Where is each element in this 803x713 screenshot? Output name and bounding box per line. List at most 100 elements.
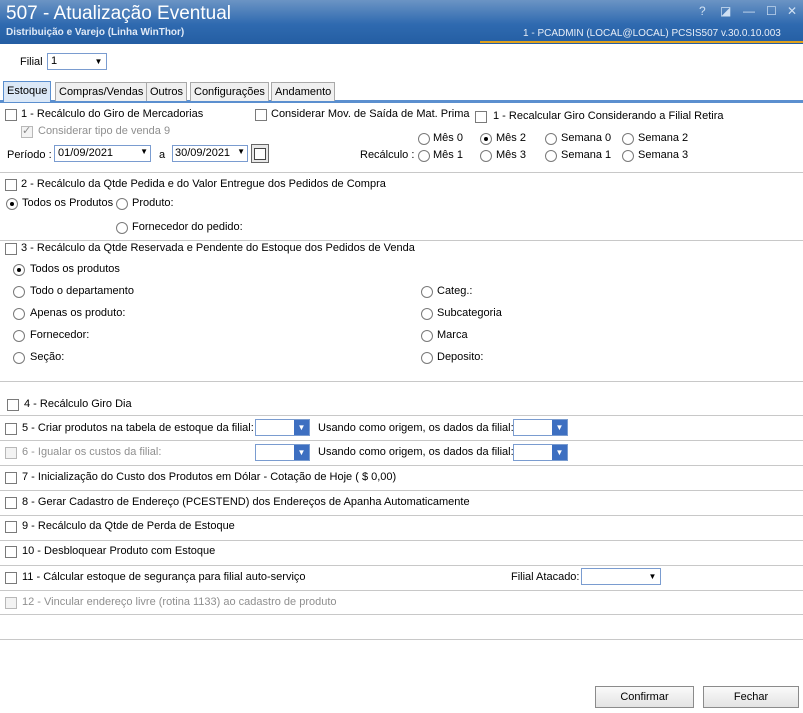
radio-todos-produtos[interactable] xyxy=(6,198,18,210)
divider xyxy=(0,565,803,566)
label-secao: Seção: xyxy=(30,351,65,363)
i5-origem-select[interactable]: ▼ xyxy=(513,419,568,436)
minimize-icon[interactable]: — xyxy=(743,4,755,18)
radio-deposito[interactable] xyxy=(421,352,433,364)
radio-produto[interactable] xyxy=(116,198,128,210)
accent-line xyxy=(480,41,803,43)
data-inicial-input[interactable]: 01/09/2021 ▼ xyxy=(54,145,151,162)
tab-andamento[interactable]: Andamento xyxy=(271,82,336,101)
s2-checkbox[interactable] xyxy=(5,179,17,191)
tab-estoque[interactable]: Estoque xyxy=(3,81,52,102)
i8-label: 8 - Gerar Cadastro de Endereço (PCESTEND… xyxy=(22,496,470,508)
radio-categoria[interactable] xyxy=(421,286,433,298)
label-deposito: Deposito: xyxy=(437,351,484,363)
label-mes-0: Mês 0 xyxy=(433,132,463,144)
title-bar: 507 - Atualização Eventual Distribuição … xyxy=(0,0,803,44)
maximize-icon[interactable]: ☐ xyxy=(766,4,777,18)
radio-mes-1[interactable] xyxy=(418,150,430,162)
i4-checkbox[interactable] xyxy=(7,399,19,411)
chevron-down-icon[interactable]: ▼ xyxy=(552,420,567,435)
tipo-venda-checkbox[interactable] xyxy=(21,124,33,138)
filial-atacado-select[interactable]: ▼ xyxy=(581,568,661,585)
s3-label: 3 - Recálculo da Qtde Reservada e Penden… xyxy=(21,242,415,254)
i6-origem-select[interactable]: ▼ xyxy=(513,444,568,461)
i8-checkbox[interactable] xyxy=(5,497,17,509)
i11-checkbox[interactable] xyxy=(5,572,17,584)
calendar-icon[interactable] xyxy=(251,144,269,163)
divider xyxy=(0,440,803,441)
chevron-down-icon[interactable]: ▼ xyxy=(91,54,106,69)
divider xyxy=(0,172,803,173)
label-fornecedor: Fornecedor: xyxy=(30,329,90,341)
radio-mes-0[interactable] xyxy=(418,133,430,145)
chevron-down-icon[interactable]: ▼ xyxy=(294,445,309,460)
radio-semana-2[interactable] xyxy=(622,133,634,145)
close-icon[interactable]: ✕ xyxy=(787,4,797,18)
i5-label: 5 - Criar produtos na tabela de estoque … xyxy=(22,422,254,434)
mov-saida-label: Considerar Mov. de Saída de Mat. Prima xyxy=(271,108,470,120)
divider xyxy=(0,515,803,516)
radio-marca[interactable] xyxy=(421,330,433,342)
radio-semana-3[interactable] xyxy=(622,150,634,162)
filial-retira-checkbox[interactable] xyxy=(475,111,487,123)
divider xyxy=(0,614,803,615)
radio-todos-os-produtos[interactable] xyxy=(13,264,25,276)
radio-semana-1[interactable] xyxy=(545,150,557,162)
i6-checkbox[interactable] xyxy=(5,447,17,459)
label-produto: Produto: xyxy=(132,197,174,209)
recalculo-label: Recálculo : xyxy=(360,149,415,161)
tab-outros[interactable]: Outros xyxy=(146,82,188,101)
tab-configuracoes[interactable]: Configurações xyxy=(190,82,269,101)
radio-subcategoria[interactable] xyxy=(421,308,433,320)
a-label: a xyxy=(159,149,166,161)
restore-icon[interactable]: ◪ xyxy=(720,4,731,18)
chevron-down-icon[interactable]: ▼ xyxy=(237,147,245,156)
chevron-down-icon[interactable]: ▼ xyxy=(294,420,309,435)
i11-label: 11 - Cálcular estoque de segurança para … xyxy=(22,571,306,583)
radio-semana-0[interactable] xyxy=(545,133,557,145)
mov-saida-checkbox[interactable] xyxy=(255,109,267,121)
i12-checkbox[interactable] xyxy=(5,597,17,609)
radio-mes-3[interactable] xyxy=(480,150,492,162)
i10-checkbox[interactable] xyxy=(5,546,17,558)
filial-select[interactable]: 1 ▼ xyxy=(47,53,107,70)
confirmar-button[interactable]: Confirmar xyxy=(595,686,694,708)
i5-filial-select[interactable]: ▼ xyxy=(255,419,310,436)
i9-checkbox[interactable] xyxy=(5,521,17,533)
divider xyxy=(0,415,803,416)
tab-compras-vendas[interactable]: Compras/Vendas xyxy=(55,82,148,101)
radio-fornecedor-pedido[interactable] xyxy=(116,222,128,234)
s3-checkbox[interactable] xyxy=(5,243,17,255)
label-mes-2: Mês 2 xyxy=(496,132,526,144)
radio-mes-2[interactable] xyxy=(480,133,492,145)
radio-apenas-produto[interactable] xyxy=(13,308,25,320)
label-categoria: Categ.: xyxy=(437,285,473,297)
fechar-button[interactable]: Fechar xyxy=(703,686,799,708)
s2-label: 2 - Recálculo da Qtde Pedida e do Valor … xyxy=(21,178,386,190)
tipo-venda-label: Considerar tipo de venda 9 xyxy=(38,125,171,137)
i6-label: 6 - Igualar os custos da filial: xyxy=(22,446,162,458)
data-final-value: 30/09/2021 xyxy=(175,147,231,159)
data-final-input[interactable]: 30/09/2021 ▼ xyxy=(172,145,248,162)
i10-label: 10 - Desbloquear Produto com Estoque xyxy=(22,545,216,557)
radio-departamento[interactable] xyxy=(13,286,25,298)
chevron-down-icon[interactable]: ▼ xyxy=(552,445,567,460)
i6-filial-select[interactable]: ▼ xyxy=(255,444,310,461)
label-todos-os-produtos: Todos os produtos xyxy=(30,263,120,275)
divider xyxy=(0,540,803,541)
i5-checkbox[interactable] xyxy=(5,423,17,435)
i7-checkbox[interactable] xyxy=(5,472,17,484)
filial-label: Filial xyxy=(20,56,43,68)
i7-label: 7 - Inicialização do Custo dos Produtos … xyxy=(22,471,397,483)
label-mes-3: Mês 3 xyxy=(496,149,526,161)
divider xyxy=(0,240,803,241)
i9-label: 9 - Recálculo da Qtde de Perda de Estoqu… xyxy=(22,520,235,532)
radio-fornecedor[interactable] xyxy=(13,330,25,342)
chevron-down-icon[interactable]: ▼ xyxy=(645,569,660,584)
chevron-down-icon[interactable]: ▼ xyxy=(140,147,148,156)
label-subcategoria: Subcategoria xyxy=(437,307,502,319)
s1-checkbox[interactable] xyxy=(5,109,17,121)
help-icon[interactable]: ? xyxy=(699,4,706,18)
radio-secao[interactable] xyxy=(13,352,25,364)
label-mes-1: Mês 1 xyxy=(433,149,463,161)
